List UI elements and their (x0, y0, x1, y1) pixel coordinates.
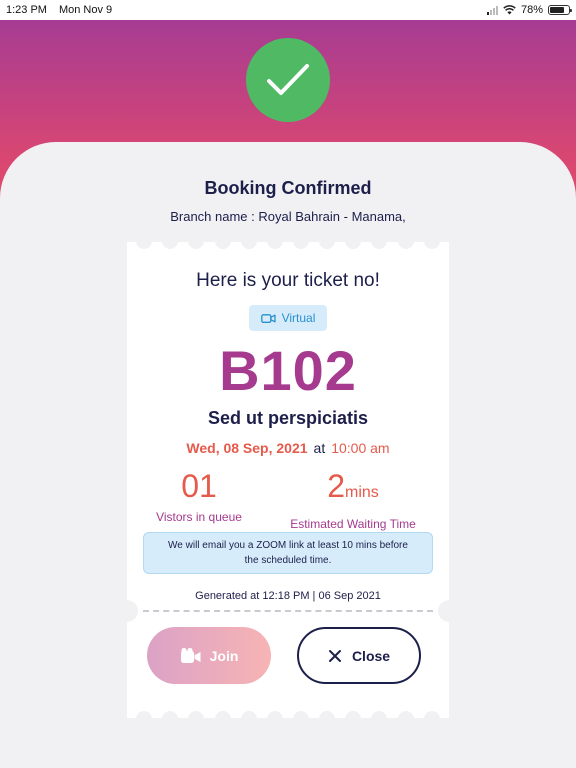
queue-stat: 01 Vistors in queue (147, 466, 251, 524)
ticket-card: Here is your ticket no! Virtual B102 Sed… (116, 233, 460, 727)
queue-label: Vistors in queue (156, 510, 242, 524)
virtual-badge: Virtual (249, 305, 327, 331)
status-time: 1:23 PM (6, 4, 47, 16)
close-icon (328, 649, 341, 662)
page-title: Booking Confirmed (204, 178, 372, 198)
ticket-bottom-edge (127, 711, 449, 727)
success-badge (246, 38, 330, 122)
appointment-time: 10:00 am (331, 440, 390, 456)
status-bar: 1:23 PM Mon Nov 9 78% (0, 0, 576, 20)
wait-stat: 2mins Estimated Waiting Time (285, 466, 421, 531)
wait-label: Estimated Waiting Time (290, 517, 416, 531)
video-camera-icon (260, 313, 276, 323)
video-camera-icon (180, 647, 201, 663)
checkmark-icon (267, 64, 309, 95)
status-date: Mon Nov 9 (58, 4, 113, 16)
branch-name: Branch name : Royal Bahrain - Manama, (170, 209, 406, 224)
close-button-label: Close (351, 647, 391, 664)
service-name: Sed ut perspiciatis (207, 408, 369, 428)
join-button-label: Join (209, 647, 239, 664)
wait-unit: mins (345, 484, 379, 501)
wait-value: 2 (327, 468, 345, 504)
battery-icon (548, 5, 572, 15)
ticket-notch-right (438, 600, 460, 622)
cellular-signal-icon (486, 5, 498, 15)
virtual-badge-label: Virtual (281, 311, 316, 325)
zoom-info-box: We will email you a ZOOM link at least 1… (143, 532, 433, 574)
appointment-datetime: Wed, 08 Sep, 2021 at 10:00 am (127, 440, 449, 456)
ticket-number: B102 (219, 339, 357, 402)
join-button[interactable]: Join (147, 627, 271, 684)
ticket-notch-left (116, 600, 138, 622)
battery-percentage: 78% (520, 4, 543, 16)
at-label: at (313, 440, 326, 456)
close-button[interactable]: Close (297, 627, 421, 684)
appointment-date: Wed, 08 Sep, 2021 (186, 440, 308, 456)
ticket-top-edge (127, 233, 449, 249)
queue-count: 01 (181, 468, 217, 504)
generated-timestamp: Generated at 12:18 PM | 06 Sep 2021 (195, 590, 381, 602)
ticket-divider (143, 610, 433, 612)
wait-time: 2mins (285, 466, 421, 513)
wifi-icon (503, 5, 516, 15)
ticket-heading: Here is your ticket no! (196, 270, 380, 291)
